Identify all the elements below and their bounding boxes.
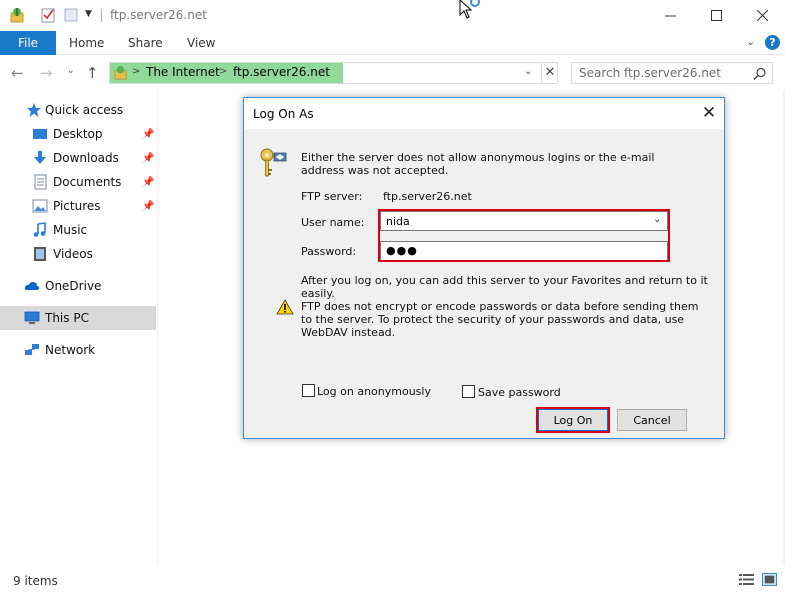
- credentials-highlight-box: [378, 209, 670, 262]
- close-icon: [756, 10, 768, 21]
- log-on-as-dialog: Log On As ✕ Either the server does not a…: [243, 97, 725, 439]
- large-icons-view-icon[interactable]: [762, 573, 777, 586]
- status-bar: 9 items: [0, 569, 785, 593]
- sidebar-item-onedrive[interactable]: OneDrive: [0, 274, 156, 298]
- documents-icon: [34, 174, 47, 190]
- maximize-icon: [710, 10, 722, 21]
- star-icon: [27, 103, 41, 117]
- save-password-label[interactable]: Save password: [478, 386, 561, 399]
- sidebar-item-label: This PC: [45, 311, 89, 325]
- ftp-server-value: ftp.server26.net: [383, 190, 472, 203]
- save-password-checkbox[interactable]: [462, 385, 475, 398]
- sidebar-item-label: Network: [45, 343, 96, 357]
- music-note-icon: [33, 222, 46, 237]
- log-on-highlight-box: [536, 407, 610, 433]
- pin-icon[interactable]: 📌: [142, 153, 154, 164]
- sidebar-item-this-pc[interactable]: This PC: [0, 306, 156, 330]
- sidebar-item-label: Music: [53, 223, 88, 237]
- sidebar-item-label: Downloads: [53, 151, 119, 165]
- username-label: User name:: [301, 216, 365, 229]
- ftp-server-label: FTP server:: [301, 190, 363, 203]
- search-icon[interactable]: [753, 67, 767, 81]
- sidebar-item-desktop[interactable]: Desktop 📌: [0, 122, 156, 146]
- sidebar-item-documents[interactable]: Documents 📌: [0, 170, 156, 194]
- window-title: ftp.server26.net: [110, 8, 207, 22]
- new-folder-icon[interactable]: [63, 7, 79, 23]
- address-dropdown-icon[interactable]: ⌄: [524, 66, 532, 77]
- cloud-icon: [24, 281, 40, 290]
- tab-share[interactable]: Share: [128, 36, 163, 50]
- sidebar-item-label: Videos: [53, 247, 93, 261]
- close-window-button[interactable]: [739, 0, 785, 31]
- sidebar-item-label: Pictures: [53, 199, 101, 213]
- dialog-title-bar: Log On As ✕: [244, 98, 724, 129]
- breadcrumb-the-internet[interactable]: The Internet: [146, 65, 220, 79]
- maximize-button[interactable]: [693, 0, 739, 31]
- pictures-icon: [32, 199, 48, 213]
- stop-loading-icon[interactable]: ✕: [541, 63, 558, 83]
- favorites-note: After you log on, you can add this serve…: [301, 274, 708, 300]
- network-icon: [25, 344, 39, 355]
- recent-locations-icon[interactable]: ⌄: [67, 66, 75, 76]
- up-arrow-icon[interactable]: ↑: [86, 64, 99, 82]
- sidebar-item-label: OneDrive: [45, 279, 102, 293]
- sidebar-item-network[interactable]: Network: [0, 338, 156, 362]
- log-on-anonymously-checkbox[interactable]: [302, 384, 315, 397]
- pin-icon[interactable]: 📌: [142, 129, 154, 140]
- pin-icon[interactable]: 📌: [142, 177, 154, 188]
- mouse-cursor-icon: [459, 0, 480, 19]
- search-placeholder: Search ftp.server26.net: [579, 66, 721, 80]
- ftp-location-icon: [114, 65, 127, 80]
- details-view-icon[interactable]: [739, 573, 754, 586]
- password-label: Password:: [301, 245, 357, 258]
- title-bar: ▼ ftp.server26.net: [0, 0, 785, 31]
- search-box[interactable]: Search ftp.server26.net: [571, 62, 773, 84]
- expand-ribbon-icon[interactable]: ⌄: [746, 35, 755, 48]
- dialog-close-button[interactable]: ✕: [698, 102, 720, 124]
- navigation-bar: ← → ⌄ ↑ > The Internet > ftp.server26.ne…: [0, 55, 785, 90]
- computer-icon: [24, 311, 40, 324]
- keys-icon: [260, 148, 287, 177]
- sidebar-item-label: Quick access: [45, 103, 124, 117]
- sidebar-item-videos[interactable]: Videos: [0, 242, 156, 266]
- tab-home[interactable]: Home: [69, 36, 104, 50]
- download-arrow-icon: [34, 151, 46, 164]
- breadcrumb-ftp-server[interactable]: ftp.server26.net: [233, 65, 330, 79]
- customize-toolbar-icon[interactable]: ▼: [85, 9, 92, 19]
- title-separator: [101, 9, 102, 22]
- back-arrow-icon[interactable]: ←: [11, 64, 24, 82]
- sidebar-item-pictures[interactable]: Pictures 📌: [0, 194, 156, 218]
- sidebar-item-downloads[interactable]: Downloads 📌: [0, 146, 156, 170]
- properties-icon[interactable]: [40, 7, 56, 23]
- breadcrumb-arrow-icon[interactable]: >: [219, 66, 227, 77]
- navigation-pane: Quick access Desktop 📌 Downloads 📌 Docum…: [0, 90, 158, 565]
- minimize-icon: [664, 15, 676, 17]
- forward-arrow-icon[interactable]: →: [40, 64, 53, 82]
- warning-icon: [276, 299, 294, 315]
- cancel-button[interactable]: Cancel: [617, 409, 687, 431]
- address-bar[interactable]: > The Internet > ftp.server26.net ⌄ ✕: [109, 62, 558, 84]
- sidebar-item-quick-access[interactable]: Quick access: [0, 98, 156, 122]
- sidebar-item-label: Desktop: [53, 127, 103, 141]
- sidebar-item-label: Documents: [53, 175, 122, 189]
- log-on-anonymously-label[interactable]: Log on anonymously: [317, 385, 431, 398]
- items-count: 9 items: [13, 574, 58, 588]
- breadcrumb-arrow-icon[interactable]: >: [132, 66, 140, 77]
- help-icon[interactable]: ?: [765, 35, 780, 50]
- dialog-intro-text: Either the server does not allow anonymo…: [301, 151, 655, 177]
- minimize-button[interactable]: [647, 0, 693, 31]
- security-warning-text: FTP does not encrypt or encode passwords…: [301, 300, 699, 339]
- tab-file[interactable]: File: [0, 31, 56, 55]
- desktop-icon: [33, 129, 47, 139]
- tab-view[interactable]: View: [187, 36, 215, 50]
- sidebar-item-music[interactable]: Music: [0, 218, 156, 242]
- videos-icon: [34, 247, 46, 261]
- pin-icon[interactable]: 📌: [142, 201, 154, 212]
- ribbon: File Home Share View ⌄ ?: [0, 31, 785, 55]
- ftp-folder-icon[interactable]: [9, 7, 25, 23]
- dialog-title: Log On As: [253, 107, 314, 121]
